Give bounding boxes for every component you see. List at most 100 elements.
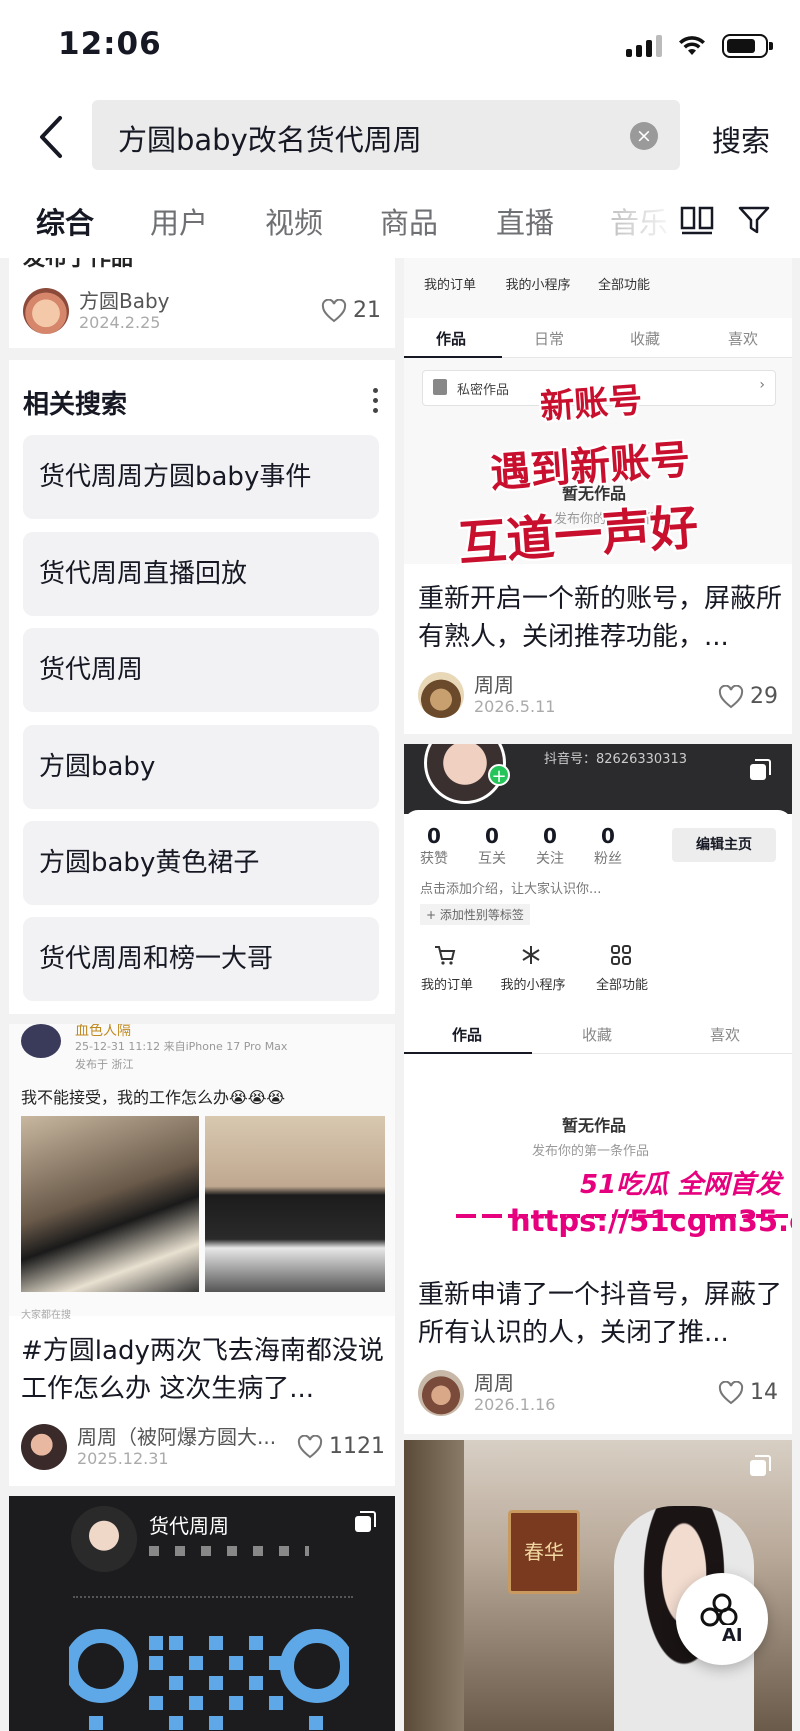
- author-name: 方圆Baby: [79, 289, 170, 313]
- profile-tab: 喜欢: [728, 330, 759, 348]
- intro-text: 点击添加介绍，让大家认识你...: [420, 882, 602, 897]
- left-post-card[interactable]: 血色人隔 25-12-31 11:12 来自iPhone 17 Pro Max …: [9, 1024, 395, 1486]
- heart-icon: [718, 1380, 744, 1404]
- card-author[interactable]: 方圆Baby 2024.2.25: [23, 288, 170, 334]
- avatar: [418, 1370, 464, 1416]
- related-searches: 相关搜索 货代周周方圆baby事件 货代周周直播回放 货代周周 方圆baby 方…: [9, 360, 395, 1014]
- tab-live[interactable]: 直播: [496, 200, 554, 242]
- post-date: 2026.5.11: [474, 697, 556, 716]
- like-count: 21: [353, 298, 381, 323]
- author-name: 周周（被阿爆方圆大...: [77, 1425, 277, 1449]
- card-author[interactable]: 周周（被阿爆方圆大... 2025.12.31: [21, 1424, 276, 1470]
- related-item[interactable]: 货代周周直播回放: [23, 532, 379, 616]
- ai-button[interactable]: AI: [676, 1573, 768, 1665]
- post-date: 2025.12.31: [77, 1449, 169, 1468]
- related-item[interactable]: 货代周周方圆baby事件: [23, 435, 379, 519]
- author-name: 周周: [474, 1371, 514, 1395]
- status-time: 12:06: [58, 26, 162, 62]
- top-video-card[interactable]: 发布了作品 方圆Baby 2024.2.25 21: [9, 258, 395, 348]
- right-video-card-1[interactable]: 我的订单 我的小程序 全部功能 作品 日常 收藏 喜欢 私密作品 › 暂无作品 …: [404, 258, 792, 734]
- related-item[interactable]: 货代周周和榜一大哥: [23, 917, 379, 1001]
- screenshot-location: 发布于 浙江: [75, 1058, 134, 1071]
- shortcut-label: 我的小程序: [505, 278, 571, 293]
- avatar: [71, 1506, 137, 1572]
- edit-profile-button: 编辑主页: [672, 828, 776, 862]
- related-item[interactable]: 方圆baby: [23, 725, 379, 809]
- card-author[interactable]: 周周 2026.1.16: [418, 1370, 555, 1416]
- search-query: 方圆baby改名货代周周: [118, 123, 422, 157]
- like-button[interactable]: 29: [718, 684, 778, 709]
- more-icon[interactable]: [373, 388, 379, 416]
- multi-image-icon: [750, 1455, 771, 1476]
- video-cover: + 抖音号：82626330313 0 获赞 0 互关 0 关注 0 粉丝 编辑主页 点…: [404, 744, 792, 1262]
- clear-search-icon[interactable]: ×: [630, 122, 658, 150]
- profile-tab: 日常: [534, 330, 565, 348]
- status-icons: [626, 34, 773, 58]
- filter-icon[interactable]: [738, 205, 770, 235]
- post-screenshot: 血色人隔 25-12-31 11:12 来自iPhone 17 Pro Max …: [9, 1024, 395, 1321]
- dual-column-icon[interactable]: [680, 205, 714, 235]
- search-button[interactable]: 搜索: [712, 118, 770, 160]
- profile-tab: 作品: [452, 1026, 483, 1044]
- like-count: 29: [750, 684, 778, 709]
- avatar: [23, 288, 69, 334]
- card-title-fragment: 发布了作品: [23, 258, 134, 271]
- post-date: 2026.1.16: [474, 1395, 556, 1414]
- add-icon: +: [488, 764, 510, 787]
- post-title: #方圆lady两次飞去海南都没说工作怎么办 这次生病了...: [21, 1336, 384, 1404]
- shop-sign: 春华: [508, 1510, 580, 1594]
- profile-tab: 作品: [436, 330, 467, 348]
- watermark-text: 51吃瓜 全网首发: [580, 1170, 782, 1200]
- cart-icon: [435, 946, 456, 965]
- stat-value: 0: [601, 824, 615, 848]
- left-bottom-card[interactable]: 货代周周: [9, 1496, 395, 1731]
- like-count: 1121: [329, 1434, 385, 1459]
- sign-text: 春华: [524, 1540, 564, 1564]
- stat-value: 0: [427, 824, 441, 848]
- tab-products[interactable]: 商品: [380, 200, 438, 242]
- screenshot-text: 我不能接受，我的工作怎么办😭😭😭: [21, 1088, 286, 1107]
- profile-tab: 收藏: [630, 330, 661, 348]
- all-functions-icon: [611, 945, 631, 965]
- tab-videos[interactable]: 视频: [265, 200, 323, 242]
- related-item[interactable]: 货代周周: [23, 628, 379, 712]
- related-title: 相关搜索: [23, 390, 128, 420]
- qr-code: [69, 1629, 349, 1730]
- heart-icon: [718, 684, 744, 708]
- post-title: 重新申请了一个抖音号，屏蔽了所有认识的人，关闭了推...: [418, 1280, 782, 1348]
- douyin-id: 抖音号：82626330313: [544, 752, 687, 767]
- battery-icon: [722, 34, 773, 58]
- overlay-text: 遇到新账号: [488, 437, 692, 497]
- search-input[interactable]: 方圆baby改名货代周周 ×: [92, 100, 680, 170]
- avatar: [21, 1024, 61, 1058]
- shortcut-label: 我的订单: [423, 278, 476, 293]
- shortcut-label: 全部功能: [595, 978, 648, 993]
- right-video-card-2[interactable]: + 抖音号：82626330313 0 获赞 0 互关 0 关注 0 粉丝 编辑主页 点…: [404, 744, 792, 1434]
- like-count: 14: [750, 1380, 778, 1405]
- profile-name: 货代周周: [149, 1514, 229, 1538]
- chevron-right-icon: ›: [759, 377, 765, 393]
- overlay-text: 新账号: [538, 380, 644, 428]
- screenshot-caption: 大家都在搜: [21, 1310, 71, 1321]
- tab-comprehensive[interactable]: 综合: [36, 200, 94, 242]
- multi-image-icon: [750, 759, 771, 780]
- post-photo-1: [21, 1116, 199, 1292]
- tab-users[interactable]: 用户: [150, 200, 208, 242]
- like-button[interactable]: 1121: [297, 1434, 385, 1459]
- shortcut-label: 我的小程序: [500, 978, 566, 993]
- card-author[interactable]: 周周 2026.5.11: [418, 672, 555, 718]
- back-icon[interactable]: [36, 114, 68, 160]
- avatar: [418, 672, 464, 718]
- private-label: 私密作品: [457, 383, 510, 398]
- watermark-url: https://51cgm35.com: [510, 1204, 792, 1238]
- like-button[interactable]: 21: [321, 298, 381, 323]
- like-button[interactable]: 14: [718, 1380, 778, 1405]
- shortcut-label: 我的订单: [420, 978, 473, 993]
- empty-title: 暂无作品: [562, 1116, 627, 1135]
- shortcut-label: 全部功能: [597, 278, 650, 293]
- related-item[interactable]: 方圆baby黄色裙子: [23, 821, 379, 905]
- multi-image-icon: [355, 1511, 376, 1532]
- wifi-icon: [679, 36, 705, 55]
- mini-program-icon: [522, 946, 540, 964]
- post-date: 2024.2.25: [79, 313, 161, 332]
